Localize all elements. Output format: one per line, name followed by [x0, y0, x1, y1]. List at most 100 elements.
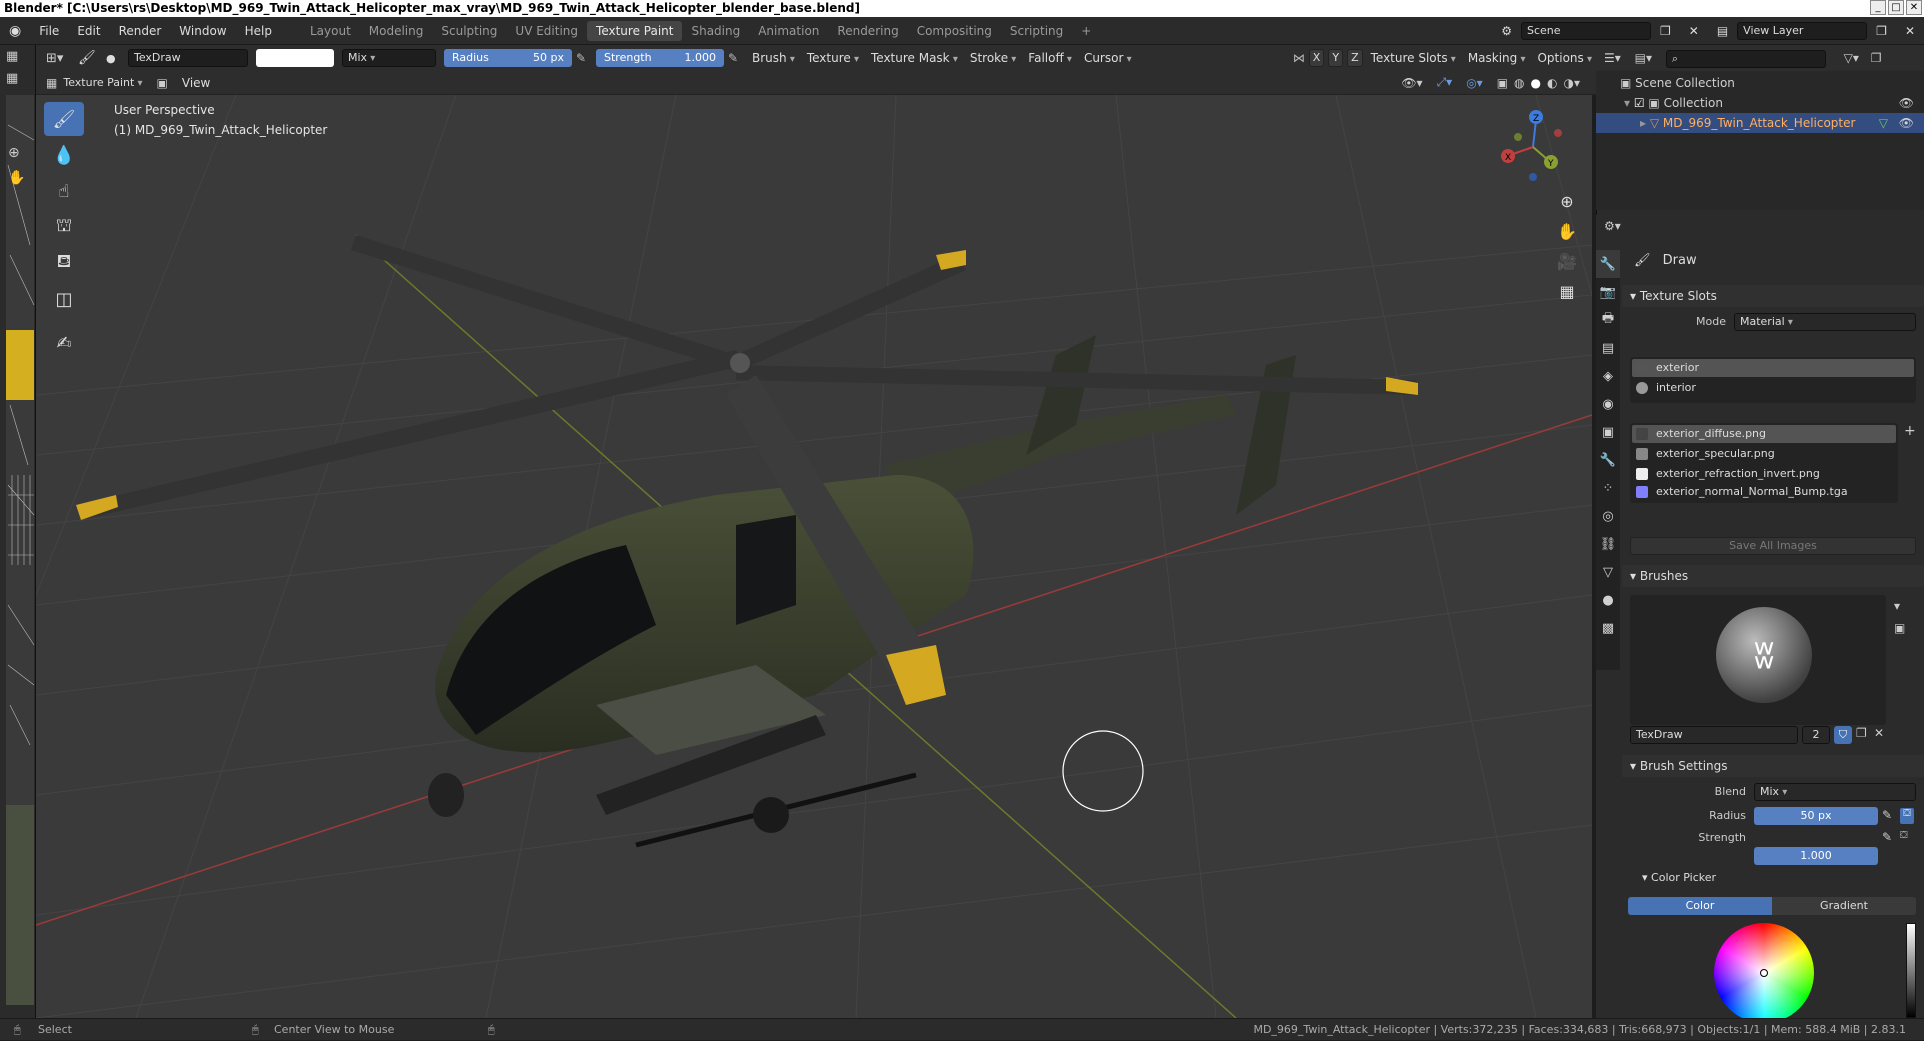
strength-pressure-icon[interactable]: ✎ [1882, 830, 1892, 844]
duplicate-brush-icon[interactable]: ❐ [1856, 726, 1867, 740]
brush-custom-icon[interactable]: ▣ [1894, 621, 1905, 635]
material-tab-icon[interactable]: ● [1596, 586, 1620, 614]
filter-icon[interactable]: ▽▾ [1844, 51, 1859, 65]
mode-select[interactable]: Texture Paint [63, 76, 142, 89]
tool-brush-icon[interactable]: 🖌 [78, 50, 102, 66]
brush-name-field[interactable]: TexDraw [128, 49, 248, 67]
object-tab-icon[interactable]: ▣ [1596, 418, 1620, 446]
strength-lock-icon[interactable]: ⛋ [1900, 830, 1908, 841]
camera-view-icon[interactable]: 🎥 [1553, 247, 1581, 275]
paint-mask-icon[interactable]: ▣ [157, 76, 168, 90]
output-tab-icon[interactable]: 🖶 [1596, 306, 1620, 334]
outliner-collection[interactable]: ▾ ☑ ▣ Collection 👁 [1596, 93, 1924, 113]
menu-masking[interactable]: Masking [1464, 51, 1530, 65]
radius-pressure-icon[interactable]: ✎ [576, 51, 592, 65]
annotate-tool[interactable]: ✍ [44, 326, 84, 360]
menu-view[interactable]: View [174, 76, 218, 90]
menu-texture[interactable]: Texture [803, 51, 863, 65]
visibility-icon[interactable]: 👁▾ [1401, 76, 1422, 90]
tab-texture-paint[interactable]: Texture Paint [587, 20, 683, 41]
blender-logo-icon[interactable]: ◉ [0, 23, 30, 39]
strength-pressure-icon[interactable]: ✎ [728, 51, 744, 65]
soften-tool[interactable]: 💧 [44, 138, 84, 172]
menu-edit[interactable]: Edit [68, 24, 109, 38]
zoom-icon[interactable]: ⊕ [8, 145, 20, 161]
clone-tool[interactable]: ⛫ [44, 210, 84, 244]
material-slot-interior[interactable]: interior [1632, 379, 1914, 397]
outliner-scene-collection[interactable]: ▣ Scene Collection [1596, 73, 1924, 93]
tab-compositing[interactable]: Compositing [908, 21, 1001, 41]
tab-uv-editing[interactable]: UV Editing [506, 21, 587, 41]
overlay-icon[interactable]: ◎▾ [1466, 76, 1483, 90]
material-slot-exterior[interactable]: exterior [1632, 359, 1914, 377]
image-slot-normal[interactable]: exterior_normal_Normal_Bump.tga [1632, 483, 1896, 501]
axis-x-toggle[interactable]: X [1308, 49, 1325, 67]
texture-slots-panel-header[interactable]: ▾ Texture Slots [1622, 285, 1924, 307]
color-wheel-cursor[interactable] [1760, 969, 1768, 977]
view-layer-icon[interactable]: ▤ [1708, 24, 1737, 38]
shading-solid-icon[interactable]: ● [1531, 76, 1541, 90]
fake-user-shield-icon[interactable]: ⛉ [1834, 726, 1852, 744]
scene-field[interactable]: Scene [1521, 21, 1651, 40]
value-slider[interactable] [1906, 923, 1916, 1018]
menu-options[interactable]: Options [1533, 51, 1596, 65]
image-mode-icon[interactable]: ▦ [6, 71, 18, 86]
texture-mode-select[interactable]: Material [1734, 313, 1916, 331]
texture-tab-icon[interactable]: ▩ [1596, 614, 1620, 642]
menu-help[interactable]: Help [236, 24, 281, 38]
navigation-gizmo[interactable]: Z X Y [1498, 105, 1568, 185]
brush-preview[interactable]: ʬ [1630, 595, 1886, 725]
new-collection-icon[interactable]: ❐ [1871, 51, 1882, 65]
image-slot-diffuse[interactable]: exterior_diffuse.png [1632, 425, 1896, 443]
brush-browse-icon[interactable]: ● [106, 52, 124, 65]
physics-tab-icon[interactable]: ◎ [1596, 502, 1620, 530]
mask-tool[interactable]: ◫ [44, 282, 84, 316]
particles-tab-icon[interactable]: ⁘ [1596, 474, 1620, 502]
maximize-icon[interactable]: □ [1888, 0, 1904, 15]
unlink-brush-icon[interactable]: ✕ [1874, 726, 1884, 740]
new-scene-icon[interactable]: ❐ [1651, 24, 1680, 38]
expand-icon[interactable]: ▸ [1640, 116, 1650, 130]
menu-texture-mask[interactable]: Texture Mask [867, 51, 962, 65]
brush-list-expand-icon[interactable]: ▾ [1894, 599, 1900, 613]
tab-layout[interactable]: Layout [301, 21, 360, 41]
new-view-layer-icon[interactable]: ❐ [1867, 24, 1896, 38]
data-tab-icon[interactable]: ▽ [1596, 558, 1620, 586]
brush-settings-panel-header[interactable]: ▾ Brush Settings [1622, 755, 1924, 777]
scene-icon[interactable]: ⚙ [1492, 24, 1521, 38]
outliner-editor-icon[interactable]: ☰▾ [1604, 51, 1621, 65]
menu-file[interactable]: File [30, 24, 68, 38]
close-icon[interactable]: ✕ [1906, 0, 1922, 15]
brush-color-swatch[interactable] [256, 49, 334, 67]
modifiers-tab-icon[interactable]: 🔧 [1596, 446, 1620, 474]
display-mode-icon[interactable]: ▤▾ [1635, 51, 1652, 65]
brushes-panel-header[interactable]: ▾ Brushes [1622, 565, 1924, 587]
add-image-icon[interactable]: + [1904, 423, 1916, 439]
tab-gradient[interactable]: Gradient [1772, 897, 1916, 915]
collection-visibility-icon[interactable]: 👁 [1899, 93, 1914, 113]
shading-wireframe-icon[interactable]: ◍ [1514, 76, 1524, 90]
menu-render[interactable]: Render [110, 24, 171, 38]
3d-viewport[interactable] [36, 95, 1592, 1018]
radius-pressure-icon[interactable]: ✎ [1882, 808, 1892, 822]
editor-type-icon[interactable]: ▦ [6, 49, 18, 64]
menu-brush[interactable]: Brush [748, 51, 799, 65]
tab-rendering[interactable]: Rendering [828, 21, 907, 41]
remove-scene-icon[interactable]: ✕ [1680, 24, 1708, 38]
tab-sculpting[interactable]: Sculpting [432, 21, 506, 41]
minimize-icon[interactable]: _ [1870, 0, 1886, 15]
shading-material-icon[interactable]: ◐ [1547, 76, 1557, 90]
strength-slider[interactable]: Strength 1.000 [596, 49, 724, 67]
tab-shading[interactable]: Shading [682, 21, 749, 41]
view-layer-tab-icon[interactable]: ▤ [1596, 334, 1620, 362]
brush-strength-slider[interactable]: 1.000 [1754, 847, 1878, 865]
brush-blend-select[interactable]: Mix [1754, 783, 1916, 801]
shading-rendered-icon[interactable]: ◑▾ [1564, 76, 1581, 90]
expand-icon[interactable]: ▾ [1624, 96, 1634, 110]
menu-stroke[interactable]: Stroke [966, 51, 1020, 65]
add-workspace-icon[interactable]: + [1072, 21, 1100, 41]
color-wheel[interactable] [1714, 923, 1814, 1023]
symmetry-icon[interactable]: ⋈ [1293, 51, 1305, 65]
xray-icon[interactable]: ▣ [1497, 76, 1508, 90]
tool-tab-icon[interactable]: 🔧 [1596, 250, 1620, 278]
